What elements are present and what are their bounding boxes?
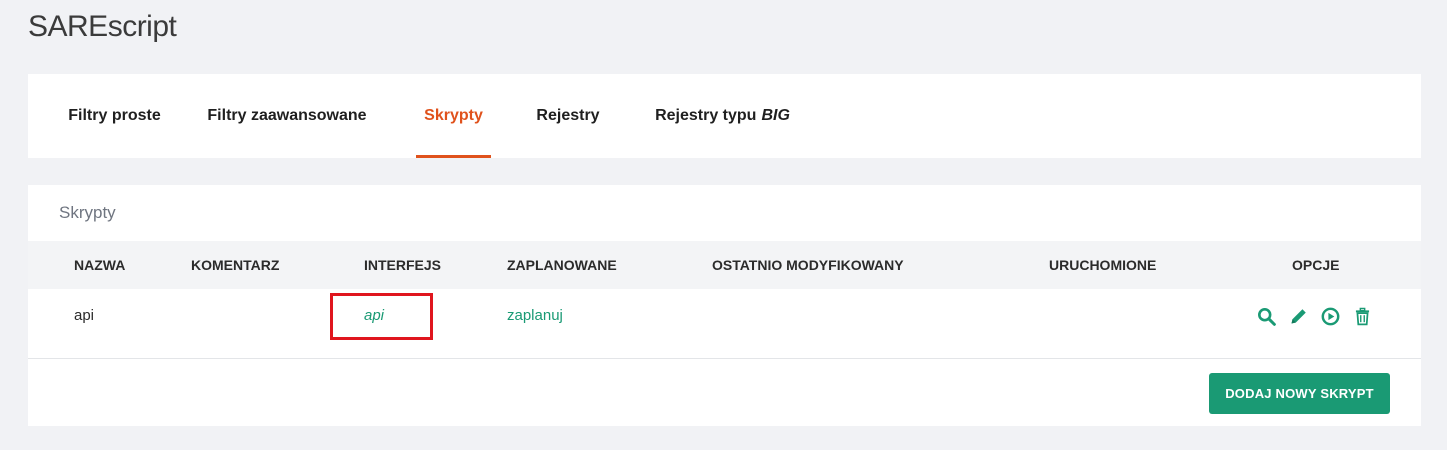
table-row: api api zaplanuj <box>28 289 1421 359</box>
column-header-zaplanowane: ZAPLANOWANE <box>507 257 617 273</box>
cell-nazwa: api <box>74 307 95 324</box>
scripts-panel: Skrypty NAZWA KOMENTARZ INTERFEJS ZAPLAN… <box>28 185 1421 426</box>
tab-rejestry[interactable]: Rejestry <box>535 74 601 158</box>
column-header-ostatnio-modyfikowany: OSTATNIO MODYFIKOWANY <box>712 257 904 273</box>
cell-zaplanowane: zaplanuj <box>507 289 563 343</box>
tab-skrypty[interactable]: Skrypty <box>416 74 491 158</box>
column-header-nazwa: NAZWA <box>74 257 126 273</box>
table-header: NAZWA KOMENTARZ INTERFEJS ZAPLANOWANE OS… <box>28 241 1421 289</box>
tab-label-suffix: BIG <box>761 107 790 124</box>
add-new-script-button[interactable]: DODAJ NOWY SKRYPT <box>1209 373 1390 414</box>
column-header-komentarz: KOMENTARZ <box>191 257 280 273</box>
column-header-interfejs: INTERFEJS <box>364 257 442 273</box>
column-header-opcje: OPCJE <box>1292 257 1340 273</box>
panel-title: Skrypty <box>59 203 116 222</box>
tab-filtry-zaawansowane[interactable]: Filtry zaawansowane <box>202 74 372 158</box>
cell-interfejs: api <box>364 289 384 343</box>
tab-filtry-proste[interactable]: Filtry proste <box>53 74 176 158</box>
column-header-uruchomione: URUCHOMIONE <box>1049 257 1157 273</box>
tab-label: Rejestry <box>536 107 600 124</box>
tabs-bar: Filtry proste Filtry zaawansowane Skrypt… <box>28 74 1421 158</box>
schedule-link[interactable]: zaplanuj <box>507 307 563 324</box>
page-title: SAREscript <box>28 10 177 43</box>
row-options <box>1256 305 1373 327</box>
tab-label: Skrypty <box>424 107 483 124</box>
play-circle-icon[interactable] <box>1320 306 1341 327</box>
trash-icon[interactable] <box>1352 306 1373 327</box>
tab-rejestry-big[interactable]: Rejestry typu BIG <box>651 74 794 158</box>
interface-link[interactable]: api <box>364 307 384 324</box>
tab-label: Rejestry typu <box>655 107 757 124</box>
tab-label: Filtry zaawansowane <box>207 107 367 124</box>
pencil-icon[interactable] <box>1288 306 1309 327</box>
tab-label: Filtry proste <box>68 107 161 124</box>
search-icon[interactable] <box>1256 306 1277 327</box>
